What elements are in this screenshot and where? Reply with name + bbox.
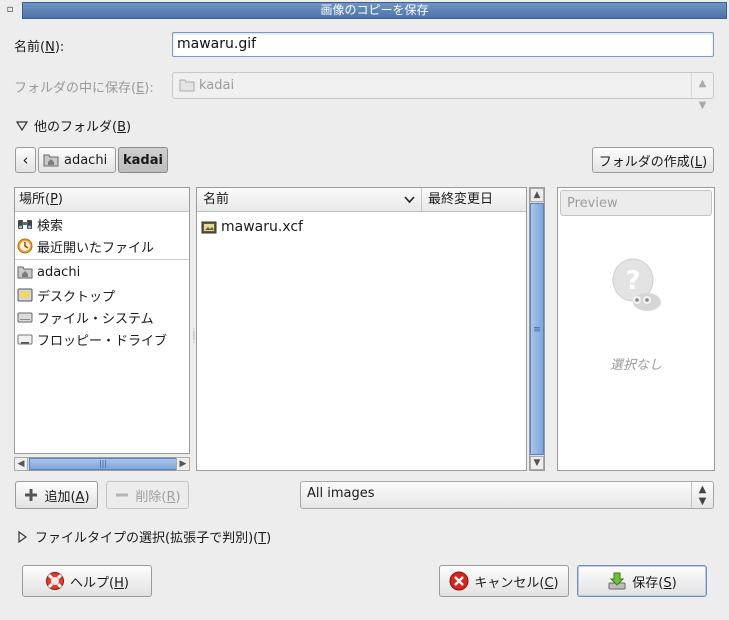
column-modified-header[interactable]: 最終変更日 [422,188,493,211]
preview-button: Preview [560,190,712,216]
save-download-icon [608,572,626,590]
place-search[interactable]: 検索 [15,213,189,235]
folder-icon [179,79,195,92]
chevron-left-icon: ‹ [22,151,29,169]
recent-clock-icon [17,238,33,254]
cancel-icon [449,571,469,591]
scroll-down-icon[interactable]: ▼ [530,456,544,470]
column-name-header[interactable]: 名前 [197,188,422,211]
path-item-adachi[interactable]: adachi [38,147,116,173]
sort-descending-icon [404,196,415,204]
chevron-updown-icon: ▲ ▼ [691,73,713,111]
home-folder-icon [43,154,59,167]
save-in-folder-combo: kadai ▲ ▼ [172,72,714,111]
place-floppy[interactable]: フロッピー・ドライブ [15,328,189,350]
binoculars-icon [18,220,32,229]
place-desktop[interactable]: デスクトップ [15,284,189,306]
other-folders-expander[interactable]: 他のフォルダ(B) [16,116,131,135]
floppy-drive-icon [17,334,33,345]
help-button[interactable]: ヘルプ(H) [22,565,152,597]
place-recent-files[interactable]: 最近開いたファイル [15,235,189,257]
remove-bookmark-button: 削除(R) [106,481,189,509]
file-list-vscroll-thumb[interactable]: ≡ [530,203,544,455]
save-in-folder-label: フォルダの中に保存(E): [14,81,154,96]
places-panel: 場所(P) 検索 最近開いたファイル adachi デスクトップ ファイル・シス… [14,187,190,454]
filename-input[interactable]: mawaru.gif [172,32,714,57]
file-filter-combo[interactable]: All images ▲ ▼ [300,481,714,509]
file-list-vscrollbar[interactable]: ▲ ≡ ▼ [529,187,545,471]
place-file-system[interactable]: ファイル・システム [15,306,189,328]
expander-open-icon [16,120,28,131]
file-list-panel: 名前 最終変更日 mawaru.xcf [196,187,527,471]
plus-icon [25,489,38,501]
cancel-button[interactable]: キャンセル(C) [439,565,569,597]
scroll-right-icon[interactable]: ▶ [176,457,190,471]
no-preview-wilber-icon: ? [612,258,661,311]
path-item-kadai[interactable]: kadai [118,147,168,173]
save-in-folder-value: kadai [199,77,235,93]
home-folder-icon [17,266,33,279]
places-separator [15,259,189,260]
preview-panel: Preview ? 選択なし [557,187,715,471]
window-menu-icon[interactable]: ▫ [2,3,18,19]
minus-icon [116,493,129,497]
image-file-icon [201,221,217,234]
places-hscroll-thumb[interactable]: ||| [29,458,177,470]
add-bookmark-button[interactable]: 追加(A) [15,481,98,509]
file-type-expander[interactable]: ファイルタイプの選択(拡張子で判別)(T) [18,527,271,546]
file-row[interactable]: mawaru.xcf [197,216,526,238]
path-back-button[interactable]: ‹ [15,147,36,173]
save-button[interactable]: 保存(S) [577,565,707,597]
chevron-updown-icon: ▲ ▼ [691,482,713,508]
desktop-icon [17,288,33,302]
expander-closed-icon [18,530,27,543]
scroll-up-icon[interactable]: ▲ [530,188,544,202]
title-bar: ▫ 画像のコピーを保存 [0,0,729,20]
lifebuoy-icon [46,572,65,590]
window-title: 画像のコピーを保存 [22,2,727,19]
file-list-header: 名前 最終変更日 [197,188,526,212]
create-folder-button[interactable]: フォルダの作成(L) [592,147,714,173]
name-label: 名前(N): [14,40,65,55]
file-filter-value: All images [307,486,375,501]
place-adachi[interactable]: adachi [15,261,189,283]
no-selection-text: 選択なし [609,358,662,373]
scroll-left-icon[interactable]: ◀ [14,457,28,471]
harddisk-icon [17,312,33,323]
places-header[interactable]: 場所(P) [15,188,189,212]
svg-text:?: ? [625,266,640,296]
places-hscrollbar[interactable]: ◀ ||| ▶ [14,457,190,471]
